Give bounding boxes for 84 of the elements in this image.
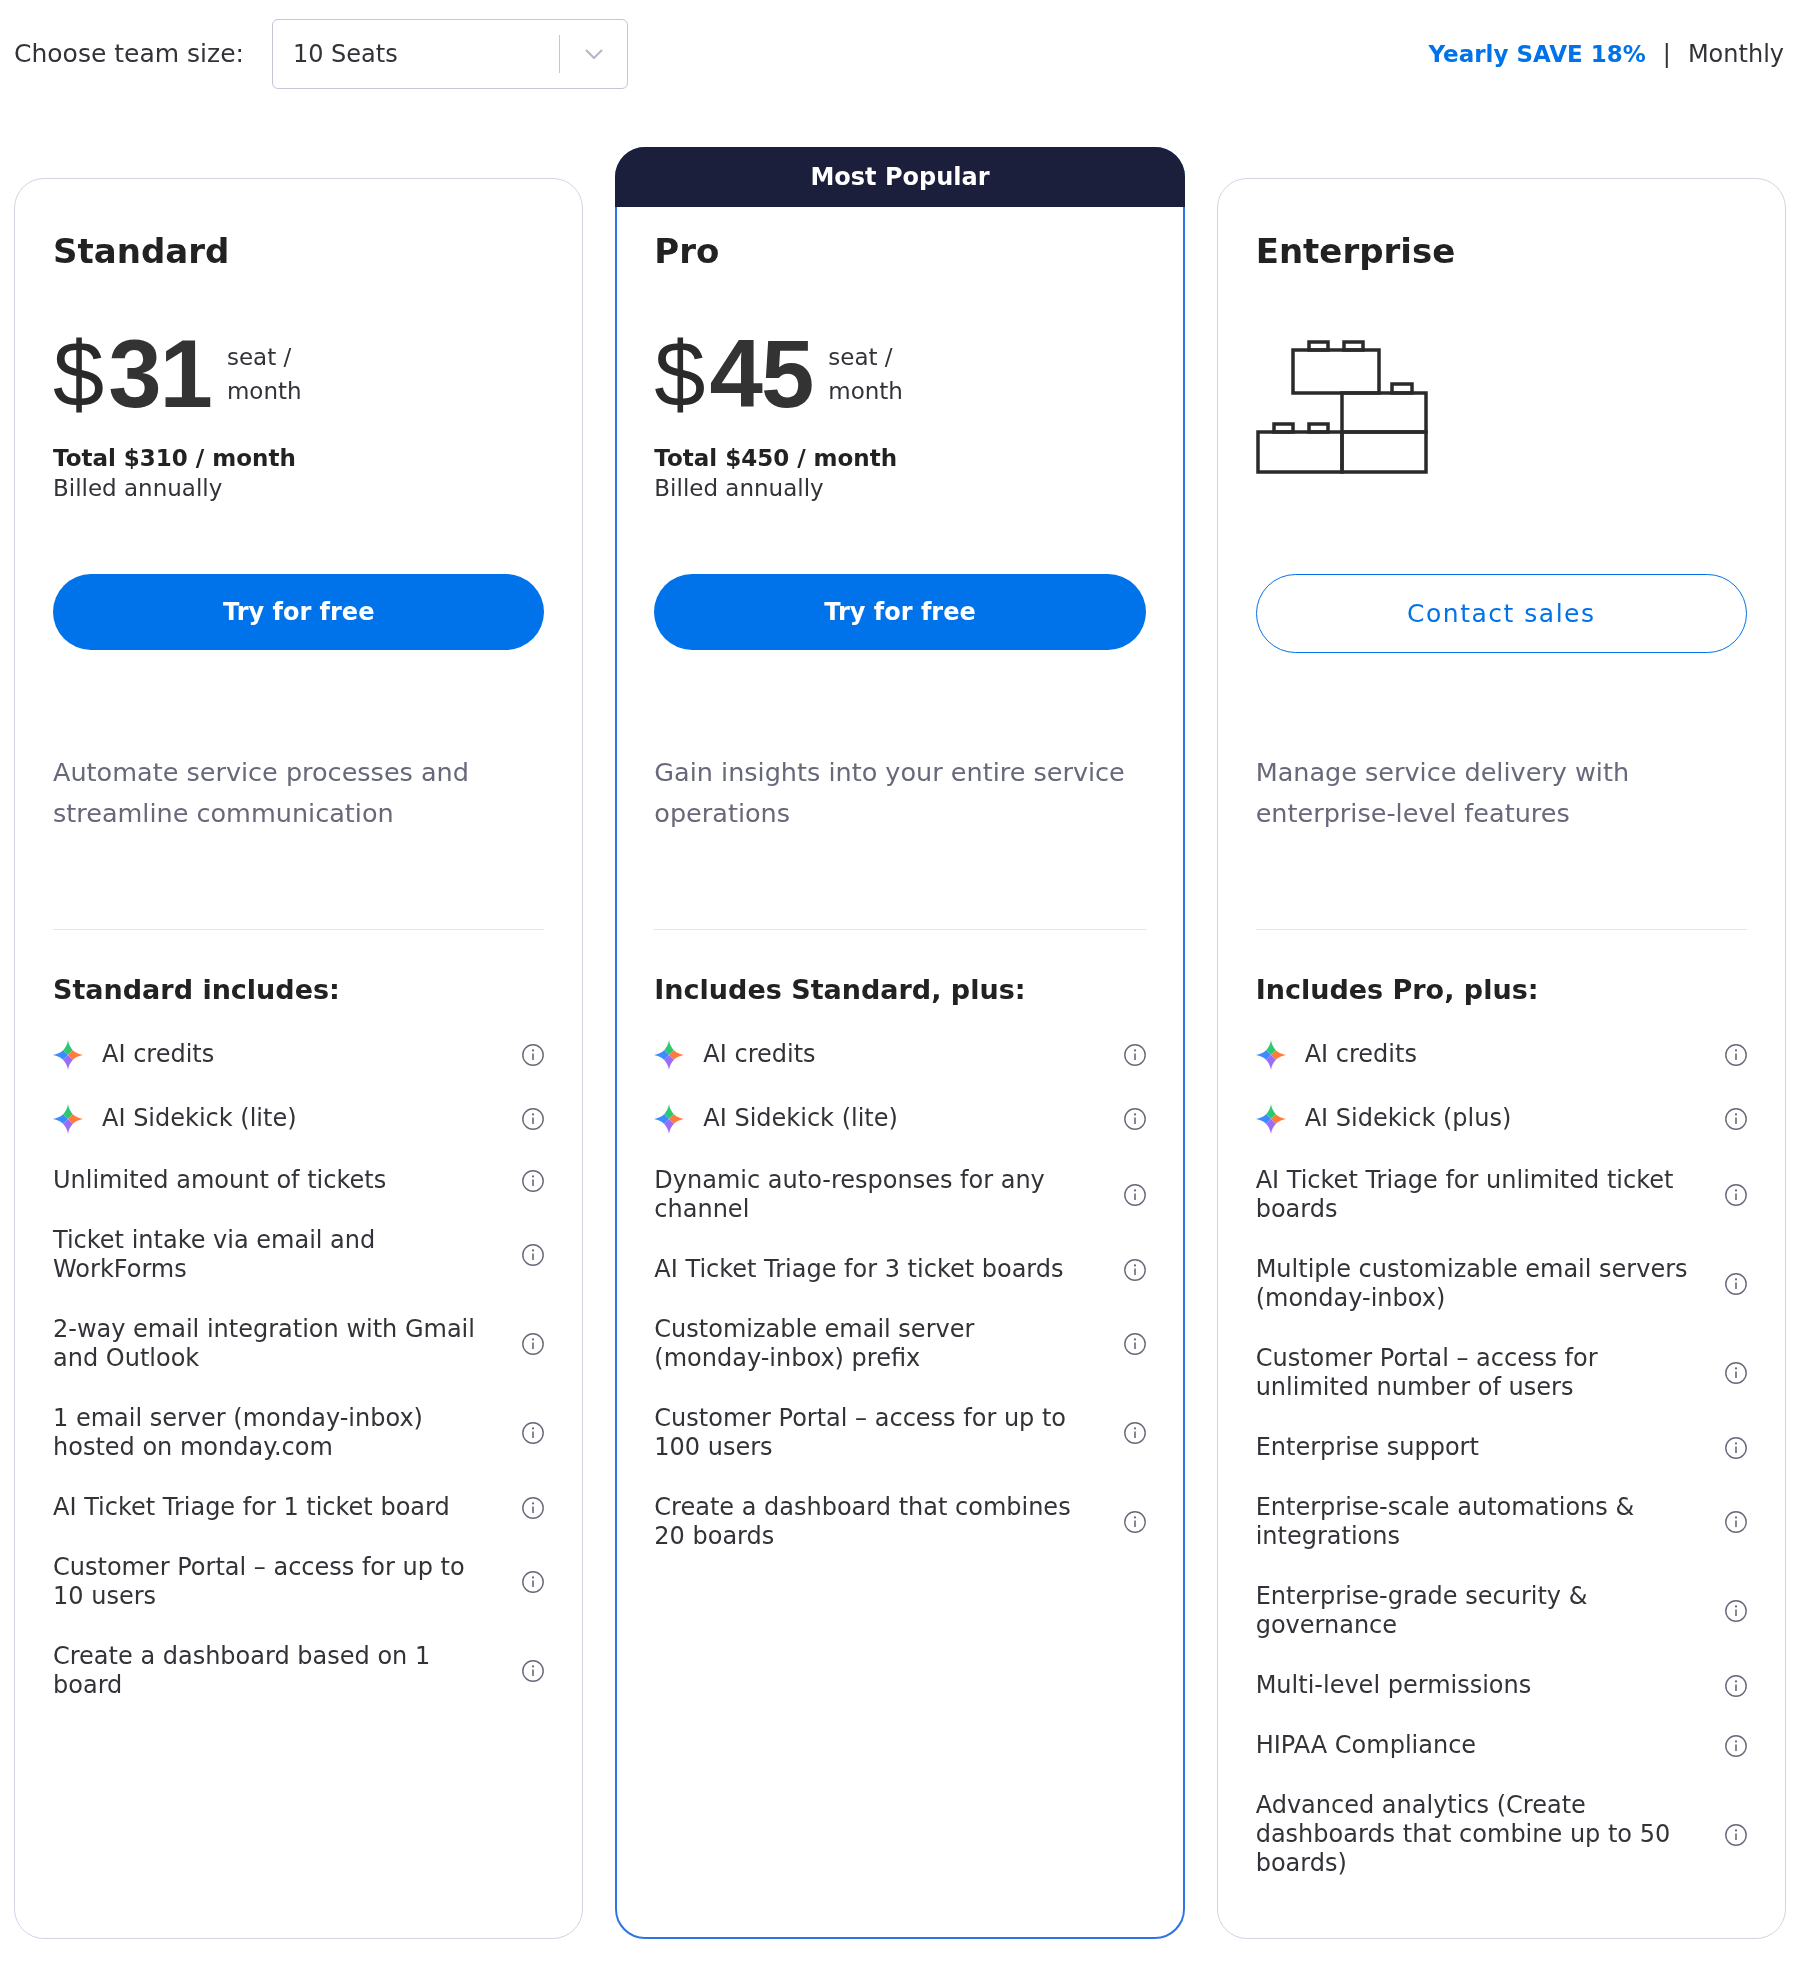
feature-text: 1 email server (monday-inbox) hosted on monday.com — [53, 1404, 424, 1462]
total-price: Total $450 / month — [654, 444, 898, 473]
feature-text: AI Sidekick (lite) — [102, 1104, 297, 1133]
feature-text: HIPAA Compliance — [1255, 1731, 1477, 1760]
feature-text: AI credits — [703, 1040, 816, 1069]
plan-description: Manage service delivery with enterprise-level features — [1255, 756, 1631, 830]
feature-text: Multi-level permissions — [1255, 1671, 1532, 1700]
feature-text: Enterprise support — [1255, 1433, 1479, 1462]
feature-text: AI Ticket Triage for 1 ticket board — [53, 1493, 450, 1522]
info-icon[interactable] — [1123, 1184, 1146, 1206]
info-icon[interactable] — [1725, 1734, 1747, 1757]
plan-title: Standard — [53, 230, 231, 273]
billing-option[interactable]: Monthly — [1687, 40, 1784, 68]
feature-text: Ticket intake via email and WorkForms — [53, 1226, 377, 1284]
price-amount: 31 — [108, 326, 211, 422]
feature-text: Unlimited amount of tickets — [53, 1166, 387, 1195]
feature-text: Enterprise-scale automations & integrations — [1255, 1493, 1636, 1551]
feature-text: AI credits — [102, 1040, 215, 1069]
info-icon[interactable] — [522, 1422, 545, 1444]
feature-text: Dynamic auto-responses for any channel — [654, 1166, 1046, 1224]
includes-heading: Includes Pro, plus: — [1255, 973, 1540, 1007]
action-button[interactable]: Contact sales — [1255, 574, 1747, 653]
info-icon[interactable] — [1725, 1600, 1747, 1622]
feature-text: Create a dashboard that combines 20 boards — [654, 1493, 1072, 1551]
feature-text: Create a dashboard based on 1 board — [53, 1642, 432, 1700]
team-size-select[interactable]: 10 Seats — [271, 19, 628, 89]
info-icon[interactable] — [1725, 1107, 1747, 1130]
billing-option[interactable]: Yearly SAVE 18% — [1428, 41, 1646, 67]
info-icon[interactable] — [522, 1571, 545, 1593]
currency-symbol: $ — [654, 328, 706, 420]
plan-description: Gain insights into your entire service operations — [654, 756, 1126, 830]
info-icon[interactable] — [522, 1333, 545, 1355]
info-icon[interactable] — [1725, 1674, 1747, 1697]
currency-symbol: $ — [53, 328, 105, 420]
feature-text: Enterprise-grade security & governance — [1255, 1582, 1589, 1640]
feature-text: AI Ticket Triage for unlimited ticket boards — [1255, 1166, 1675, 1224]
team-size-label: Choose team size: — [14, 38, 244, 70]
info-icon[interactable] — [1725, 1823, 1747, 1846]
separator: | — [1662, 40, 1671, 68]
billing-note: Billed annually — [53, 474, 223, 503]
info-icon[interactable] — [1725, 1362, 1747, 1384]
info-icon[interactable] — [1123, 1511, 1146, 1533]
info-icon[interactable] — [522, 1496, 545, 1519]
info-icon[interactable] — [522, 1660, 545, 1682]
feature-text: 2-way email integration with Gmail and Outlook — [53, 1315, 476, 1373]
info-icon[interactable] — [1123, 1333, 1146, 1355]
info-icon[interactable] — [522, 1107, 545, 1130]
feature-text: Customizable email server (monday-inbox) prefix — [654, 1315, 976, 1373]
info-icon[interactable] — [522, 1043, 545, 1066]
feature-text: AI Sidekick (plus) — [1304, 1104, 1512, 1133]
info-icon[interactable] — [1123, 1107, 1146, 1130]
feature-text: Advanced analytics (Create dashboards that combine up to 50 boards) — [1255, 1791, 1672, 1878]
plan-description: Automate service processes and streamline communication — [53, 756, 470, 830]
includes-heading: Includes Standard, plus: — [654, 973, 1027, 1007]
price-unit: seat / month — [828, 343, 904, 406]
billing-note: Billed annually — [654, 474, 824, 503]
info-icon[interactable] — [522, 1169, 545, 1192]
bricks-icon — [1255, 338, 1428, 474]
info-icon[interactable] — [1725, 1184, 1747, 1206]
feature-text: Customer Portal – access for unlimited number of users — [1255, 1344, 1599, 1402]
total-price: Total $310 / month — [53, 444, 296, 473]
price-unit: seat / month — [226, 343, 303, 406]
feature-text: Customer Portal – access for up to 10 users — [53, 1553, 466, 1611]
info-icon[interactable] — [1725, 1436, 1747, 1459]
feature-text: Multiple customizable email servers (monday-inbox) — [1255, 1255, 1689, 1313]
info-icon[interactable] — [1725, 1511, 1747, 1533]
info-icon[interactable] — [1123, 1258, 1146, 1281]
feature-text: AI Ticket Triage for 3 ticket boards — [654, 1255, 1064, 1284]
plan-title: Enterprise — [1255, 230, 1457, 273]
plan-banner: Most Popular — [615, 147, 1185, 207]
feature-text: AI credits — [1304, 1040, 1417, 1069]
feature-text: AI Sidekick (lite) — [703, 1104, 898, 1133]
info-icon[interactable] — [1123, 1043, 1146, 1066]
chevron-down-icon — [584, 49, 603, 59]
action-button[interactable]: Try for free — [53, 574, 545, 650]
includes-heading: Standard includes: — [53, 973, 341, 1007]
action-button[interactable]: Try for free — [654, 574, 1146, 650]
feature-text: Customer Portal – access for up to 100 users — [654, 1404, 1068, 1462]
info-icon[interactable] — [522, 1244, 545, 1266]
plan-title: Pro — [654, 230, 721, 273]
info-icon[interactable] — [1725, 1273, 1747, 1295]
price-amount: 45 — [709, 326, 813, 422]
info-icon[interactable] — [1725, 1043, 1747, 1066]
info-icon[interactable] — [1123, 1422, 1146, 1444]
